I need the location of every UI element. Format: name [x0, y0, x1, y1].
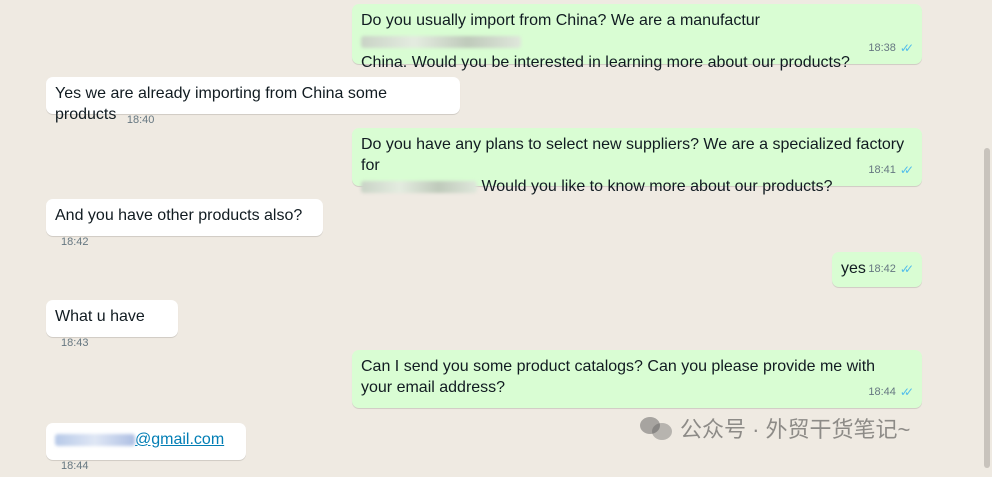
message-time: 18:41 — [868, 164, 896, 176]
message-time: 18:44 — [868, 386, 896, 398]
message-meta: 18:42 ✓✓ — [868, 259, 914, 280]
message-text: Do you usually import from China? We are… — [361, 10, 913, 52]
double-check-icon: ✓✓ — [899, 41, 914, 55]
watermark-text: 公众号 · 外贸干货笔记~ — [680, 417, 911, 442]
message-meta: 18:41 ✓✓ — [868, 160, 914, 181]
message-time: 18:42 — [868, 263, 896, 275]
chat-area: Do you usually import from China? We are… — [0, 0, 992, 475]
scrollbar[interactable] — [984, 148, 990, 468]
message-time: 18:38 — [868, 42, 896, 54]
message-outgoing[interactable]: Do you usually import from China? We are… — [352, 4, 922, 71]
message-time: 18:44 — [61, 460, 89, 472]
wechat-icon — [640, 413, 674, 443]
message-text: Do you have any plans to select new supp… — [361, 136, 905, 174]
watermark: 公众号 · 外贸干货笔记~ — [640, 412, 910, 444]
message-time: 18:40 — [126, 114, 155, 126]
redacted-text — [55, 433, 135, 446]
message-text: yes — [841, 260, 866, 277]
message-incoming[interactable]: @gmail.com 18:44 — [46, 423, 246, 472]
message-text: What u have — [55, 308, 145, 325]
message-outgoing[interactable]: yes 18:42 ✓✓ — [832, 252, 922, 287]
message-incoming[interactable]: And you have other products also? 18:42 — [46, 199, 323, 248]
message-outgoing[interactable]: Do you have any plans to select new supp… — [352, 128, 922, 195]
message-time: 18:42 — [61, 236, 89, 248]
redacted-text — [361, 35, 521, 48]
message-time: 18:43 — [61, 337, 89, 349]
message-text: Yes we are already importing from China … — [55, 85, 388, 123]
message-meta: 18:38 ✓✓ — [868, 38, 914, 59]
message-text: Can I send you some product catalogs? Ca… — [361, 358, 876, 396]
double-check-icon: ✓✓ — [899, 163, 914, 177]
message-incoming[interactable]: Yes we are already importing from China … — [46, 77, 460, 126]
redacted-text — [361, 180, 477, 193]
email-link[interactable]: @gmail.com — [55, 431, 224, 448]
double-check-icon: ✓✓ — [899, 262, 914, 276]
message-text: And you have other products also? — [55, 207, 303, 224]
message-incoming[interactable]: What u have 18:43 — [46, 300, 178, 349]
message-text: China. Would you be interested in learni… — [361, 54, 850, 71]
double-check-icon: ✓✓ — [899, 385, 914, 399]
message-text: Would you like to know more about our pr… — [361, 176, 913, 197]
message-outgoing[interactable]: Can I send you some product catalogs? Ca… — [352, 350, 922, 408]
message-meta: 18:44 ✓✓ — [868, 382, 914, 403]
